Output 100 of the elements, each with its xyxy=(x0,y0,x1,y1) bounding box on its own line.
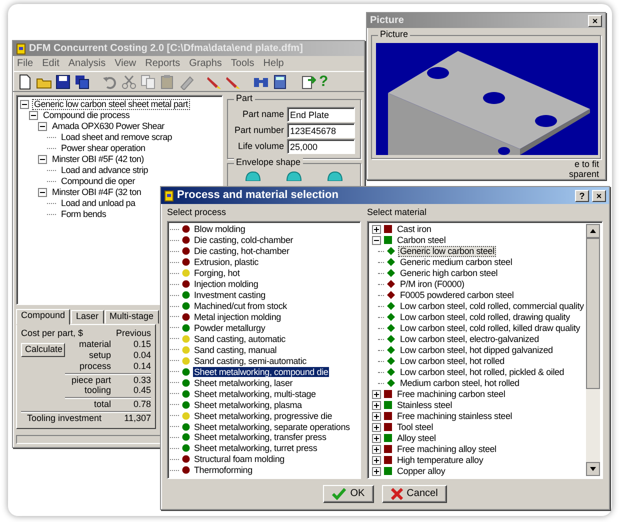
shape-icon[interactable] xyxy=(327,171,344,181)
shape-icon[interactable] xyxy=(244,171,261,181)
plus-box-icon[interactable] xyxy=(372,390,381,399)
material-category[interactable]: Alloy steel xyxy=(395,432,438,444)
calculator-icon[interactable] xyxy=(272,74,288,90)
plus-box-icon[interactable] xyxy=(372,224,381,234)
process-item[interactable]: Injection molding xyxy=(193,279,260,290)
material-item[interactable]: Low carbon steel, hot rolled, pickled & oiled xyxy=(398,366,566,378)
material-category[interactable]: Copper alloy xyxy=(395,466,448,477)
process-item[interactable]: Blow molding xyxy=(193,224,246,234)
new-document-icon[interactable] xyxy=(17,74,33,90)
tree-item[interactable]: Power shear operation xyxy=(59,143,148,154)
menu-item[interactable]: View xyxy=(114,58,136,69)
plus-box-icon[interactable] xyxy=(372,456,381,465)
tree-item[interactable]: Load sheet and remove scrap xyxy=(59,132,174,143)
tree-item[interactable]: Load and unload pa xyxy=(59,198,138,209)
minus-box-icon[interactable] xyxy=(38,188,47,197)
process-item[interactable]: Powder metallurgy xyxy=(193,322,266,333)
process-item[interactable]: Sheet metalworking, laser xyxy=(193,378,294,388)
menu-item[interactable]: Edit xyxy=(42,58,60,69)
tree-item[interactable]: Load and advance strip xyxy=(59,165,150,176)
calculate-button[interactable]: Calculate xyxy=(21,343,65,358)
save-all-icon[interactable] xyxy=(74,74,90,90)
process-item[interactable]: Forging, hot xyxy=(193,268,241,278)
input-field[interactable]: 25,000 xyxy=(287,139,355,154)
material-category[interactable]: Cast iron xyxy=(395,224,434,235)
ok-button[interactable]: OK xyxy=(323,484,374,503)
process-item[interactable]: Machined/cut from stock xyxy=(193,301,288,312)
material-category[interactable]: High temperature alloy xyxy=(395,454,486,466)
process-item[interactable]: Structural foam molding xyxy=(193,454,286,464)
material-item[interactable]: Low carbon steel, hot rolled xyxy=(398,356,506,367)
process-item[interactable]: Sand casting, manual xyxy=(193,344,278,355)
process-item[interactable]: Metal injection molding xyxy=(193,312,282,322)
plus-box-icon[interactable] xyxy=(372,422,381,432)
process-item[interactable]: Extrusion, plastic xyxy=(193,257,260,268)
shape-icon[interactable] xyxy=(286,171,302,181)
tree-item[interactable]: Form bends xyxy=(59,209,108,220)
material-category[interactable]: Free machining carbon steel xyxy=(395,388,508,400)
tree-item[interactable]: Compound die oper xyxy=(59,176,137,187)
tab[interactable]: Compound xyxy=(16,309,70,325)
process-item[interactable]: Sand casting, semi-automatic xyxy=(193,356,308,366)
scrollbar[interactable] xyxy=(586,224,600,476)
process-item[interactable]: Sheet metalworking, separate operations xyxy=(193,422,351,432)
tree-item[interactable]: Minster OBI #4F (32 ton xyxy=(50,187,144,198)
process-item[interactable]: Investment casting xyxy=(193,290,266,300)
process-item[interactable]: Sheet metalworking, plasma xyxy=(193,400,303,410)
material-category[interactable]: Carbon steel xyxy=(395,234,448,246)
material-item[interactable]: Low carbon steel, cold rolled, commercial quality xyxy=(398,300,586,312)
cancel-button[interactable]: Cancel xyxy=(382,484,447,503)
help-button[interactable]: ? xyxy=(575,190,589,202)
menu-item[interactable]: File xyxy=(17,58,34,69)
menu-item[interactable]: Tools xyxy=(230,58,254,69)
input-field[interactable]: 123E45678 xyxy=(287,123,355,138)
material-category[interactable]: Tool steel xyxy=(395,422,436,433)
close-button[interactable]: × xyxy=(588,14,602,26)
material-item[interactable]: Generic high carbon steel xyxy=(398,268,500,279)
minus-box-icon[interactable] xyxy=(372,236,381,245)
material-item[interactable]: Medium carbon steel, hot rolled xyxy=(398,378,522,389)
minus-box-icon[interactable] xyxy=(29,111,38,120)
material-item[interactable]: Low carbon steel, cold rolled, killed draw quality xyxy=(398,322,582,334)
tab[interactable]: Multi-stage xyxy=(104,310,159,324)
material-item[interactable]: Low carbon steel, electro-galvanized xyxy=(398,334,541,345)
material-item[interactable]: Low carbon steel, hot dipped galvanized xyxy=(398,344,555,356)
tab[interactable]: Laser xyxy=(71,310,104,324)
menu-item[interactable]: Help xyxy=(263,58,284,69)
tree-item[interactable]: Minster OBI #5F (42 ton) xyxy=(50,154,146,165)
plus-box-icon[interactable] xyxy=(372,444,381,454)
material-item[interactable]: P/M iron (F0000) xyxy=(398,278,466,290)
menu-item[interactable]: Reports xyxy=(145,58,180,69)
material-item[interactable]: F0005 powdered carbon steel xyxy=(398,290,516,301)
process-item[interactable]: Sheet metalworking, transfer press xyxy=(193,432,328,442)
process-item[interactable]: Sheet metalworking, compound die xyxy=(193,366,330,377)
material-category[interactable]: Stainless steel xyxy=(395,400,454,411)
plus-box-icon[interactable] xyxy=(372,412,381,421)
process-item[interactable]: Sheet metalworking, multi-stage xyxy=(193,388,317,399)
plus-box-icon[interactable] xyxy=(372,434,381,443)
minus-box-icon[interactable] xyxy=(38,155,47,164)
material-category[interactable]: Free machining alloy steel xyxy=(395,444,498,455)
tree-item[interactable]: Generic low carbon steel sheet metal part xyxy=(32,99,190,110)
material-item[interactable]: Generic low carbon steel xyxy=(398,246,496,257)
process-item[interactable]: Sheet metalworking, turret press xyxy=(193,443,318,454)
material-item[interactable]: Generic medium carbon steel xyxy=(398,256,514,268)
save-icon[interactable] xyxy=(55,74,71,90)
menu-item[interactable]: Analysis xyxy=(68,58,106,69)
process-item[interactable]: Die casting, cold-chamber xyxy=(193,235,294,246)
process-item[interactable]: Sand casting, automatic xyxy=(193,334,286,344)
plus-box-icon[interactable] xyxy=(372,400,381,410)
process-item[interactable]: Sheet metalworking, progressive die xyxy=(193,410,334,421)
plus-box-icon[interactable] xyxy=(372,466,381,476)
process-item[interactable]: Thermoforming xyxy=(193,465,254,476)
material-category[interactable]: Free machining stainless steel xyxy=(395,410,514,422)
tree-item[interactable]: Compound die process xyxy=(41,110,132,121)
minus-box-icon[interactable] xyxy=(20,100,29,109)
minus-box-icon[interactable] xyxy=(38,122,47,131)
menu-item[interactable]: Graphs xyxy=(189,58,222,69)
input-field[interactable]: End Plate xyxy=(287,107,355,122)
close-button[interactable]: × xyxy=(592,190,606,202)
material-item[interactable]: Low carbon steel, cold rolled, drawing quality xyxy=(398,312,572,323)
process-item[interactable]: Die casting, hot-chamber xyxy=(193,246,290,256)
tree-item[interactable]: Amada OPX630 Power Shear xyxy=(50,121,166,132)
